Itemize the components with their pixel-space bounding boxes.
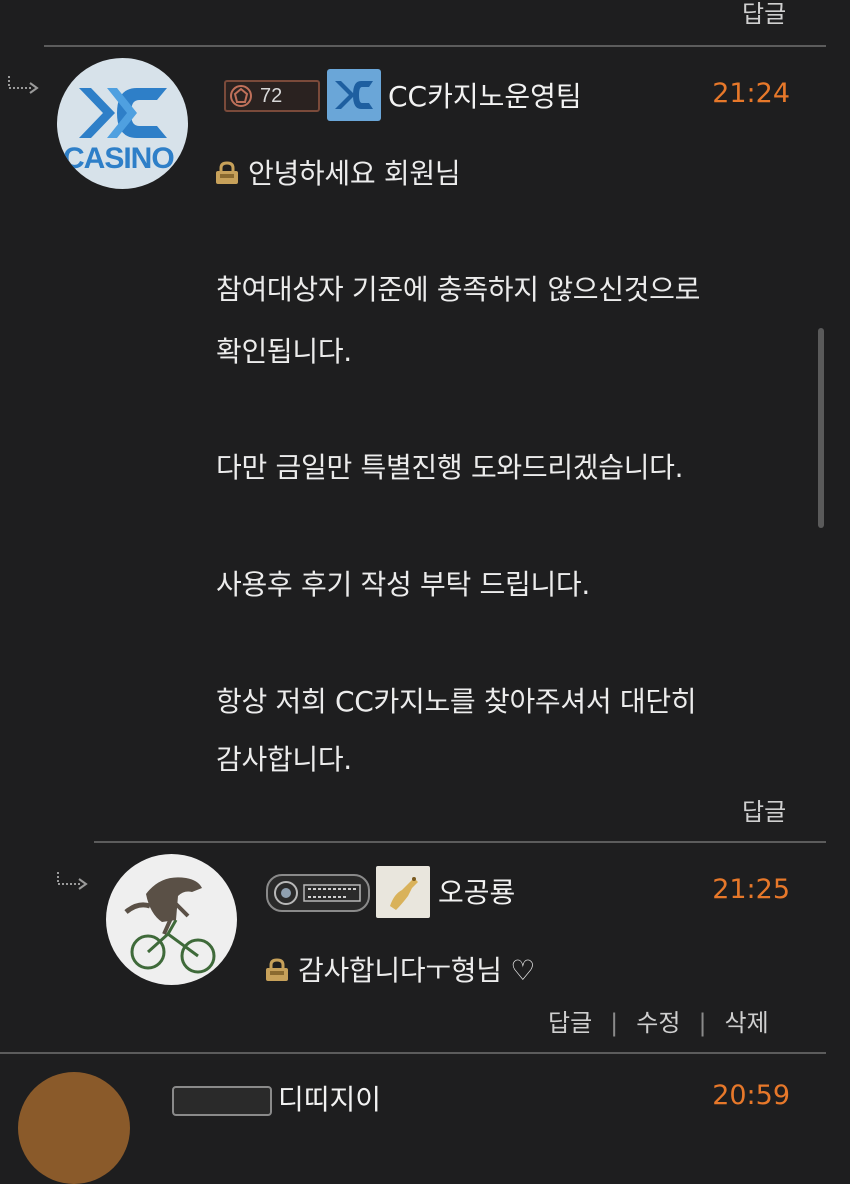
divider xyxy=(44,45,826,47)
comment-actions: 답글 | 수정 | 삭제 xyxy=(548,1003,769,1038)
level-number: 72 xyxy=(260,84,283,107)
level-badge: 72 xyxy=(224,80,320,112)
level-badge-icon xyxy=(230,85,252,107)
nick-icon xyxy=(376,866,430,918)
divider xyxy=(0,1052,826,1054)
reply-arrow-icon xyxy=(8,76,39,94)
level-badge xyxy=(266,874,370,912)
comment-text-line: 안녕하세요 회원님 xyxy=(214,152,461,192)
avatar[interactable] xyxy=(18,1072,130,1184)
edit-link[interactable]: 수정 xyxy=(636,1009,680,1037)
comment-text: 안녕하세요 회원님 xyxy=(248,157,461,190)
nickname[interactable]: CC카지노운영팀 xyxy=(388,75,582,115)
reply-link[interactable]: 답글 xyxy=(742,792,786,827)
dinosaur-avatar-icon xyxy=(124,877,216,974)
timestamp: 21:24 xyxy=(712,78,790,109)
reply-link[interactable]: 답글 xyxy=(548,1009,592,1037)
comment-text-line: 항상 저희 CC카지노를 찾아주셔서 대단히 xyxy=(216,685,697,718)
comment-text-line: 확인됩니다. xyxy=(216,335,352,368)
divider xyxy=(94,841,826,843)
level-badge-icon xyxy=(274,881,361,905)
separator: | xyxy=(610,1009,619,1037)
comment-text-line: 사용후 후기 작성 부탁 드립니다. xyxy=(216,568,590,601)
reply-link-top[interactable]: 답글 xyxy=(742,0,786,29)
nickname[interactable]: 디띠지이 xyxy=(278,1078,381,1118)
comment-text-line: 참여대상자 기준에 충족하지 않으신것으로 xyxy=(216,273,701,306)
lock-icon xyxy=(216,161,238,184)
avatar[interactable]: CASINO xyxy=(57,58,188,189)
delete-link[interactable]: 삭제 xyxy=(725,1009,769,1037)
timestamp: 20:59 xyxy=(712,1080,790,1111)
comment-text: 감사합니다ㅜ형님 ♡ xyxy=(298,954,536,987)
avatar-text: CASINO xyxy=(63,142,175,175)
level-badge xyxy=(172,1086,272,1116)
reply-arrow-icon xyxy=(57,872,88,890)
lock-icon xyxy=(266,958,288,981)
nick-icon xyxy=(327,69,381,121)
separator: | xyxy=(698,1009,707,1037)
comment-text-line: 감사합니다ㅜ형님 ♡ xyxy=(264,949,535,989)
comment-text-line: 감사합니다. xyxy=(216,743,352,776)
avatar[interactable] xyxy=(106,854,237,985)
nickname[interactable]: 오공룡 xyxy=(438,871,515,911)
timestamp: 21:25 xyxy=(712,874,790,905)
scrollbar[interactable] xyxy=(818,328,824,528)
comment-text-line: 다만 금일만 특별진행 도와드리겠습니다. xyxy=(216,451,684,484)
